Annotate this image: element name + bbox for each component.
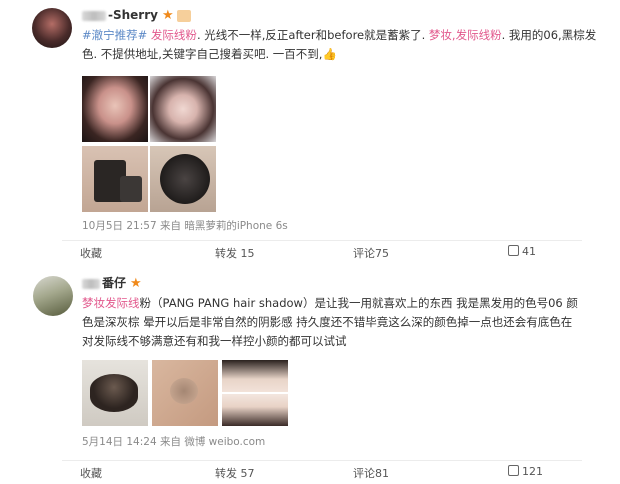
photo-thumbnail[interactable] — [222, 394, 288, 426]
photo-thumbnail[interactable] — [222, 360, 288, 392]
hashtag-link[interactable]: #澈宁推荐# — [82, 28, 147, 42]
post-meta: 10月5日 21:57 来自 暗黑萝莉的iPhone 6s — [82, 220, 288, 232]
like-button[interactable]: 41 — [508, 245, 536, 258]
swatch-shape — [170, 378, 198, 404]
repost-button[interactable]: 转发 15 — [215, 245, 255, 261]
weibo-post-1: -Sherry ★ #澈宁推荐# 发际线粉. 光线不一样,反正after和befo… — [0, 0, 620, 262]
comment-button[interactable]: 评论75 — [353, 245, 389, 261]
collect-button[interactable]: 收藏 — [80, 245, 102, 261]
username[interactable]: -Sherry ★ — [82, 8, 191, 23]
repost-button[interactable]: 转发 57 — [215, 465, 255, 481]
thumbs-up-emoji-icon: 👍 — [322, 47, 337, 61]
photo-thumbnail[interactable] — [82, 360, 148, 426]
blurred-name-part — [82, 278, 100, 289]
star-icon: ★ — [161, 8, 174, 23]
compact-case-shape — [90, 374, 138, 412]
keyword-link[interactable]: 发际线粉 — [147, 28, 197, 42]
comment-button[interactable]: 评论81 — [353, 465, 389, 481]
weibo-post-2: 番仔 ★ 梦妆发际线粉（PANG PANG hair shadow）是让我一用就喜… — [0, 262, 620, 484]
post-text: #澈宁推荐# 发际线粉. 光线不一样,反正after和before就是蓄紫了. … — [82, 28, 597, 61]
product-box-shape — [120, 176, 142, 202]
post-meta: 5月14日 14:24 来自 微博 weibo.com — [82, 436, 266, 448]
thumbs-up-icon — [508, 465, 519, 476]
photo-thumbnail[interactable] — [150, 146, 216, 212]
star-icon: ★ — [130, 276, 142, 291]
thumbs-up-icon — [508, 245, 519, 256]
post-text: 梦妆发际线粉（PANG PANG hair shadow）是让我一用就喜欢上的东… — [82, 296, 578, 348]
avatar[interactable] — [33, 276, 73, 316]
username[interactable]: 番仔 ★ — [82, 274, 142, 291]
photo-thumbnail[interactable] — [82, 76, 148, 142]
avatar[interactable] — [32, 8, 72, 48]
blurred-name-part — [82, 10, 106, 21]
keyword-link[interactable]: 梦妆,发际线粉 — [425, 28, 502, 42]
collect-button[interactable]: 收藏 — [80, 465, 102, 481]
photo-thumbnail[interactable] — [150, 76, 216, 142]
like-button[interactable]: 121 — [508, 465, 543, 478]
photo-thumbnail[interactable] — [152, 360, 218, 426]
compact-case-shape — [160, 154, 210, 204]
action-bar: 收藏 转发 57 评论81 121 — [62, 460, 582, 482]
action-bar: 收藏 转发 15 评论75 41 — [62, 240, 582, 262]
photo-thumbnail[interactable] — [82, 146, 148, 212]
keyword-link[interactable]: 梦妆发际线 — [82, 296, 140, 310]
vip-badge-icon — [176, 9, 191, 22]
